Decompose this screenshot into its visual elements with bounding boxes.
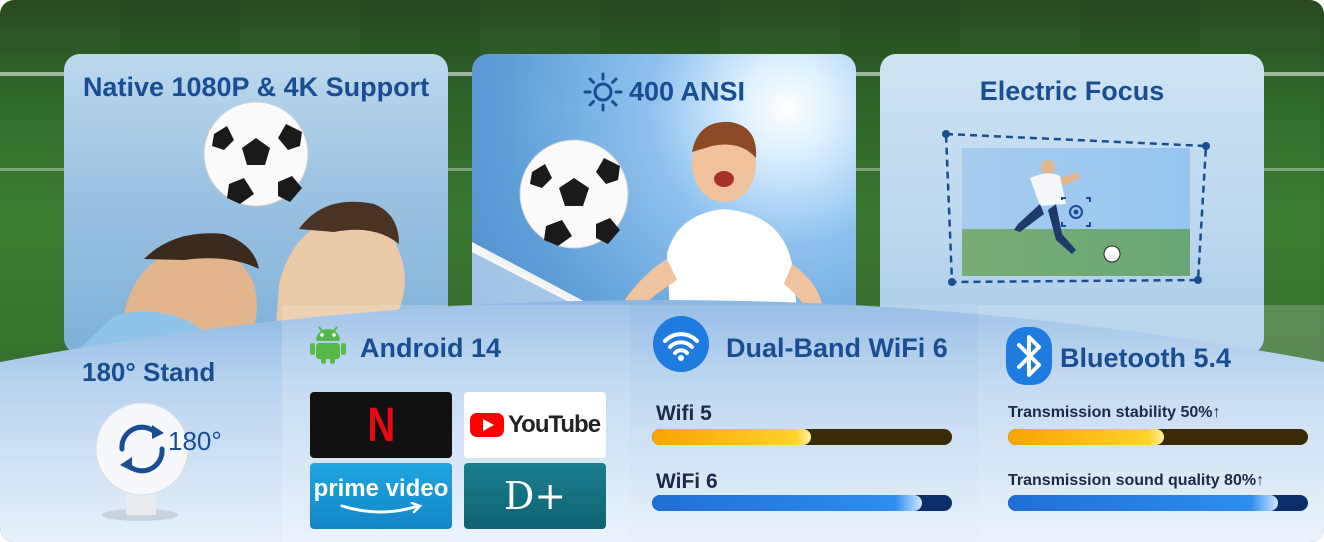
sun-icon xyxy=(583,72,623,112)
bluetooth-icon xyxy=(1006,327,1052,385)
wifi5-label: Wifi 5 xyxy=(656,402,712,425)
youtube-play-icon xyxy=(469,413,504,437)
bt-sound-bar xyxy=(1008,495,1308,511)
stand-title: 180° Stand xyxy=(82,357,216,387)
wifi-title: Dual-Band WiFi 6 xyxy=(726,333,948,363)
brightness-title-row: 400 ANSI xyxy=(472,72,856,112)
stand-panel: 180° Stand 180° xyxy=(0,305,282,542)
wifi-icon xyxy=(653,316,709,372)
resolution-title-overlay: Native 1080P & 4K Support xyxy=(82,72,430,102)
brightness-title: 400 ANSI xyxy=(628,76,746,107)
bt-stability-label: Transmission stability 50%↑ xyxy=(1008,404,1221,421)
netflix-tile[interactable]: N xyxy=(310,392,452,458)
bt-stability-bar-fill xyxy=(1008,429,1164,445)
wifi6-label: WiFi 6 xyxy=(656,470,718,493)
wifi6-bar-fill xyxy=(652,495,922,511)
youtube-tile[interactable]: YouTube xyxy=(464,392,606,458)
stand-angle-label: 180° xyxy=(168,426,222,456)
android-panel: Android 14 N YouTube prime video D+ xyxy=(282,305,630,542)
bluetooth-panel: Bluetooth 5.4 Transmission stability 50%… xyxy=(978,305,1324,542)
disney-plus-logo: D+ xyxy=(503,474,567,518)
youtube-logo: YouTube xyxy=(507,411,601,438)
bt-sound-label: Transmission sound quality 80%↑ xyxy=(1008,472,1265,489)
smile-arrow-icon xyxy=(340,502,423,514)
rotating-stand-image xyxy=(95,402,189,521)
android-title: Android 14 xyxy=(360,333,502,363)
prime-video-logo: prime video xyxy=(313,475,449,502)
wifi5-bar-fill xyxy=(652,429,811,445)
wifi5-bar xyxy=(652,429,952,445)
bt-sound-bar-fill xyxy=(1008,495,1278,511)
netflix-logo: N xyxy=(367,398,395,452)
feature-banner: Native 1080P & 4K Support Native 1080P &… xyxy=(0,0,1324,542)
wifi6-bar xyxy=(652,495,952,511)
bt-stability-bar xyxy=(1008,429,1308,445)
prime-video-tile[interactable]: prime video xyxy=(310,463,452,529)
bluetooth-title: Bluetooth 5.4 xyxy=(1060,343,1232,373)
wifi-panel: Dual-Band WiFi 6 Wifi 5 WiFi 6 xyxy=(630,305,978,542)
disney-plus-tile[interactable]: D+ xyxy=(464,463,606,529)
android-icon xyxy=(310,326,346,364)
